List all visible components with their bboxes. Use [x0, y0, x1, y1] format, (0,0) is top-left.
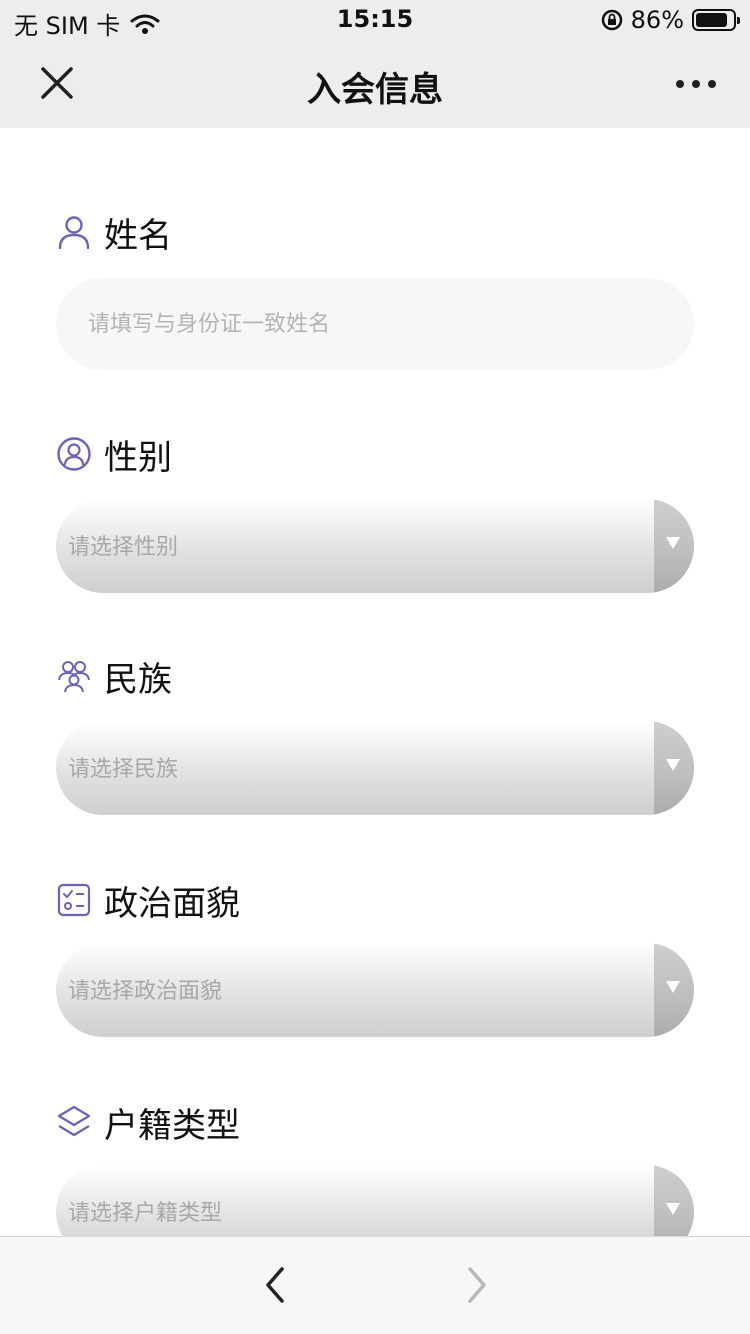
membership-form: 姓名 性别 请选择性别 民族 请选择民族 — [0, 128, 750, 1236]
battery-icon — [692, 9, 740, 31]
orientation-lock-icon — [601, 9, 622, 31]
political-status-select[interactable]: 请选择政治面貌 — [56, 943, 694, 1037]
person-icon — [58, 216, 90, 250]
status-right: 86% — [601, 6, 740, 34]
gender-placeholder: 请选择性别 — [68, 535, 179, 560]
household-type-field-label: 户籍类型 — [56, 1100, 240, 1146]
layers-icon — [57, 1105, 91, 1137]
ethnicity-placeholder: 请选择民族 — [68, 757, 179, 782]
household-type-label: 户籍类型 — [104, 1105, 240, 1146]
name-label: 姓名 — [104, 215, 172, 256]
nav-bar: 入会信息 — [0, 42, 750, 128]
ethnicity-select[interactable]: 请选择民族 — [56, 721, 694, 815]
household-type-dropdown-toggle[interactable] — [654, 1165, 694, 1236]
triangle-down-icon — [666, 537, 680, 549]
political-status-field-label: 政治面貌 — [56, 878, 240, 924]
chevron-left-icon[interactable] — [258, 1265, 292, 1305]
name-field-label: 姓名 — [56, 210, 172, 256]
triangle-down-icon — [666, 759, 680, 771]
more-icon[interactable] — [672, 66, 720, 102]
checklist-icon — [57, 883, 91, 917]
name-input[interactable] — [56, 278, 694, 370]
household-type-placeholder: 请选择户籍类型 — [68, 1201, 223, 1226]
status-bar: 无 SIM 卡 15:15 86% — [0, 0, 750, 42]
gender-select[interactable]: 请选择性别 — [56, 499, 694, 593]
gender-label: 性别 — [104, 437, 172, 478]
ethnicity-label: 民族 — [104, 659, 172, 700]
triangle-down-icon — [666, 981, 680, 993]
political-status-label: 政治面貌 — [104, 883, 240, 924]
gender-dropdown-toggle[interactable] — [654, 499, 694, 593]
triangle-down-icon — [666, 1203, 680, 1215]
ethnicity-field-label: 民族 — [56, 654, 172, 700]
political-status-dropdown-toggle[interactable] — [654, 943, 694, 1037]
group-icon — [58, 661, 90, 693]
chevron-right-icon[interactable] — [460, 1265, 494, 1305]
gender-field-label: 性别 — [56, 432, 172, 478]
user-circle-icon — [57, 437, 91, 471]
political-status-placeholder: 请选择政治面貌 — [68, 979, 223, 1004]
battery-percent: 86% — [630, 6, 684, 34]
bottom-toolbar — [0, 1236, 750, 1334]
page-title: 入会信息 — [307, 70, 443, 110]
household-type-select[interactable]: 请选择户籍类型 — [56, 1165, 694, 1236]
ethnicity-dropdown-toggle[interactable] — [654, 721, 694, 815]
